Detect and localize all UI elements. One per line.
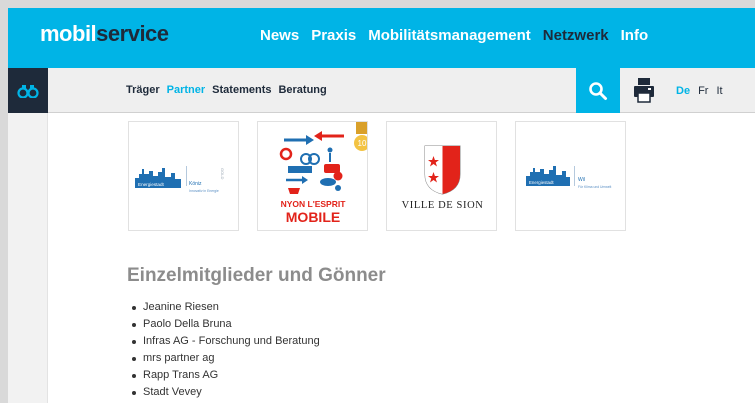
page-frame: mobilservice News Praxis Mobilitätsmanag… [8,8,755,403]
nav-mobilitaetsmanagement[interactable]: Mobilitätsmanagement [368,27,531,44]
section-title-einzelmitglieder: Einzelmitglieder und Gönner [127,265,386,286]
list-item: Jeanine Riesen [132,299,320,316]
logo-part-service: service [96,21,169,46]
energiestadt-wil-logo: Energiestadt Wil Für Klima und Umwelt [526,166,611,189]
language-switcher: De Fr It [676,85,731,97]
search-icon [589,81,607,100]
svg-text:Innovativ in Energie: Innovativ in Energie [189,189,219,193]
list-item: Rapp Trans AG [132,367,320,384]
logo-part-mobil: mobil [40,21,97,46]
sub-header: Träger Partner Statements Beratung De Fr… [8,68,755,113]
lang-de[interactable]: De [676,85,690,97]
svg-text:Wil: Wil [578,177,585,183]
svg-text:MOBILE: MOBILE [286,209,340,225]
lang-fr[interactable]: Fr [698,85,708,97]
left-gutter [8,113,48,403]
energiestadt-koeniz-logo: Energiestadt Köniz Innovativ in Energie … [135,166,225,193]
svg-text:GOLD: GOLD [220,168,225,179]
svg-text:Für Klima und Umwelt: Für Klima und Umwelt [578,185,611,189]
nav-netzwerk[interactable]: Netzwerk [543,27,609,44]
subnav-statements[interactable]: Statements [212,84,271,96]
nyon-esprit-mobile-logo: 10 NYON L'ESPRIT MOBILE [279,122,367,225]
list-item: Infras AG - Forschung und Beratung [132,333,320,350]
partner-tile-koeniz[interactable]: Energiestadt Köniz Innovativ in Energie … [128,121,239,231]
subnav-beratung[interactable]: Beratung [278,84,326,96]
ville-de-sion-logo: VILLE DE SION [402,145,484,211]
partner-logos: Energiestadt Köniz Innovativ in Energie … [128,121,644,231]
partner-tile-nyon[interactable]: 10 NYON L'ESPRIT MOBILE [257,121,368,231]
subnav-traeger[interactable]: Träger [126,84,160,96]
nav-praxis[interactable]: Praxis [311,27,356,44]
members-list: Jeanine Riesen Paolo Della Bruna Infras … [132,299,320,401]
printer-icon [634,78,654,103]
list-item: Paolo Della Bruna [132,316,320,333]
svg-text:VILLE DE SION: VILLE DE SION [402,200,484,211]
main-nav: News Praxis Mobilitätsmanagement Netzwer… [260,27,660,44]
nav-news[interactable]: News [260,27,299,44]
search-button[interactable] [576,68,620,113]
binoculars-icon[interactable] [8,68,48,113]
svg-text:Energiestadt: Energiestadt [529,180,554,185]
nav-info[interactable]: Info [621,27,649,44]
svg-text:Köniz: Köniz [189,181,202,187]
lang-it[interactable]: It [716,85,722,97]
top-header: mobilservice News Praxis Mobilitätsmanag… [8,8,755,68]
svg-text:10: 10 [358,139,367,148]
partner-tile-sion[interactable]: VILLE DE SION [386,121,497,231]
list-item: mrs partner ag [132,350,320,367]
svg-text:Energiestadt: Energiestadt [138,182,165,187]
list-item: Stadt Vevey [132,384,320,401]
svg-text:NYON L'ESPRIT: NYON L'ESPRIT [281,199,347,209]
print-button[interactable] [632,76,656,104]
subnav-partner[interactable]: Partner [167,84,206,96]
site-logo[interactable]: mobilservice [40,21,169,47]
partner-tile-wil[interactable]: Energiestadt Wil Für Klima und Umwelt [515,121,626,231]
sub-nav: Träger Partner Statements Beratung [126,84,334,96]
